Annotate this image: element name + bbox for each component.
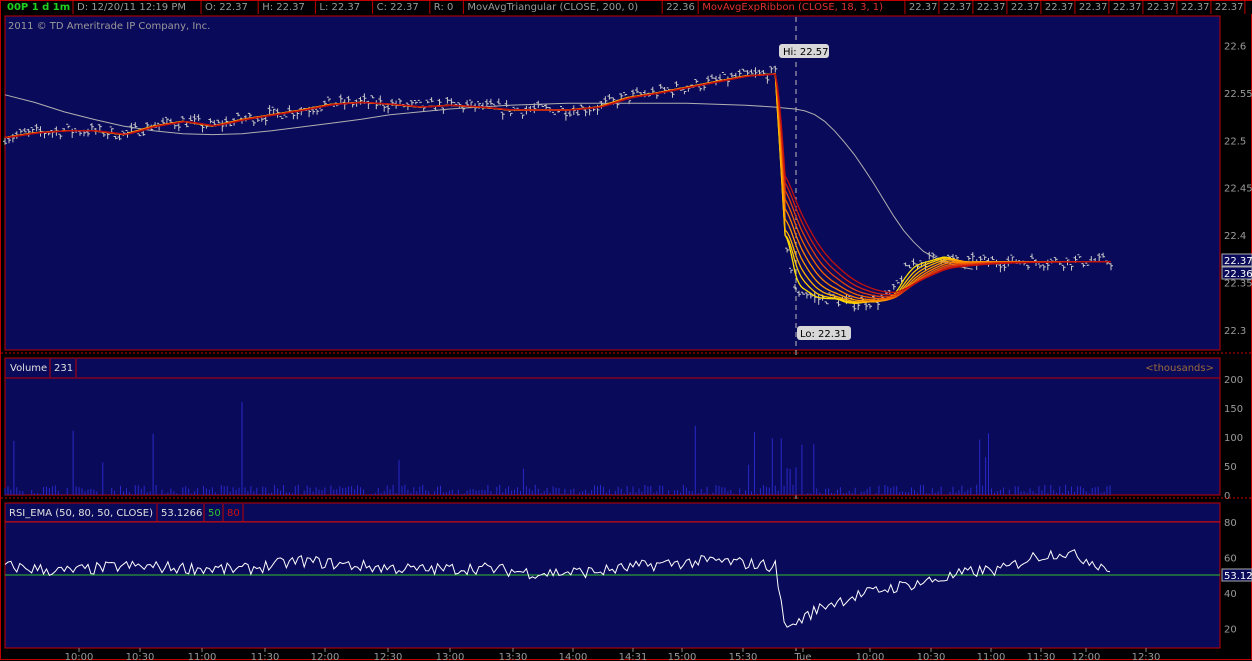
rsi-tick-3: 20: [1224, 624, 1237, 635]
time-axis: 10:00 10:30 11:00 11:30 12:00 12:30 13:00 13:30…: [65, 648, 1160, 661]
rsi-title: RSI_EMA (50, 80, 50, CLOSE): [9, 508, 153, 519]
svg-text:53.12: 53.12: [1224, 571, 1252, 582]
ribbon-value-3: 22.37: [1011, 2, 1040, 13]
ribbon-value-7: 22.37: [1147, 2, 1176, 13]
rsi-tick-2: 40: [1224, 589, 1237, 600]
ribbon-value-9: 22.37: [1215, 2, 1244, 13]
volume-tick-1: 150: [1224, 404, 1243, 415]
price-panel[interactable]: [4, 15, 1221, 351]
volume-tick-3: 50: [1224, 462, 1237, 473]
header-field-2: H: 22.37: [262, 2, 305, 13]
volume-value: 231: [54, 363, 73, 374]
rsi-level-mid: 50: [208, 508, 221, 519]
price-tick-3: 22.45: [1224, 184, 1252, 195]
rsi-tick-0: 80: [1224, 518, 1237, 529]
chart-canvas[interactable]: 00P 1 d 1m D: 12/20/11 12:19 PM O: 22.37 H…: [1, 1, 1252, 661]
volume-tick-4: 0: [1224, 491, 1230, 502]
current-price-labels: 22.37 22.36: [1221, 253, 1252, 280]
price-tick-6: 22.3: [1224, 326, 1246, 337]
rsi-level-high: 80: [227, 508, 240, 519]
ribbon-value-5: 22.37: [1079, 2, 1108, 13]
current-price-label-2: 22.36: [1224, 269, 1252, 280]
volume-title: Volume: [10, 363, 47, 374]
study-triangular-value: 22.36: [666, 2, 695, 13]
price-tick-1: 22.55: [1224, 89, 1252, 100]
rsi-value: 53.1266: [161, 508, 202, 519]
header-field-0: D: 12/20/11 12:19 PM: [77, 2, 186, 13]
symbol-label[interactable]: 00P 1 d 1m: [7, 2, 70, 13]
rsi-current-label: 53.12: [1221, 568, 1252, 582]
price-axis: 22.6 22.55 22.5 22.45 22.4 22.35 22.3: [1224, 41, 1252, 337]
hi-badge: Hi: 22.57: [779, 44, 829, 58]
lo-badge: Lo: 22.31: [797, 326, 851, 340]
price-tick-2: 22.5: [1224, 136, 1246, 147]
current-price-label-1: 22.37: [1224, 256, 1252, 267]
ribbon-value-1: 22.37: [943, 2, 972, 13]
price-tick-0: 22.6: [1224, 41, 1246, 52]
ribbon-value-0: 22.37: [909, 2, 938, 13]
ribbon-value-2: 22.37: [977, 2, 1006, 13]
volume-header: [4, 357, 1221, 379]
volume-tick-2: 100: [1224, 433, 1243, 444]
study-triangular-label: MovAvgTriangular (CLOSE, 200, 0): [467, 2, 638, 13]
study-ribbon-label: MovAvgExpRibbon (CLOSE, 18, 3, 1): [702, 2, 883, 13]
volume-tick-0: 200: [1224, 375, 1243, 386]
volume-units: <thousands>: [1145, 363, 1214, 374]
header-field-5: R: 0: [434, 2, 454, 13]
copyright-text: 2011 © TD Ameritrade IP Company, Inc.: [8, 21, 210, 32]
rsi-tick-1: 60: [1224, 553, 1237, 564]
svg-text:Lo: 22.31: Lo: 22.31: [800, 329, 847, 340]
svg-text:Hi: 22.57: Hi: 22.57: [783, 47, 828, 58]
price-tick-5: 22.35: [1224, 279, 1252, 290]
volume-axis: 200 150 100 50 0: [1224, 375, 1243, 502]
price-tick-4: 22.4: [1224, 231, 1246, 242]
header-field-1: O: 22.37: [205, 2, 248, 13]
chart-window: 00P 1 d 1m D: 12/20/11 12:19 PM O: 22.37 H…: [0, 0, 1252, 661]
header-field-4: C: 22.37: [377, 2, 419, 13]
ribbon-value-8: 22.37: [1181, 2, 1210, 13]
ribbon-value-6: 22.37: [1113, 2, 1142, 13]
header-field-3: L: 22.37: [319, 2, 360, 13]
volume-panel[interactable]: [4, 357, 1221, 496]
ribbon-value-4: 22.37: [1045, 2, 1074, 13]
